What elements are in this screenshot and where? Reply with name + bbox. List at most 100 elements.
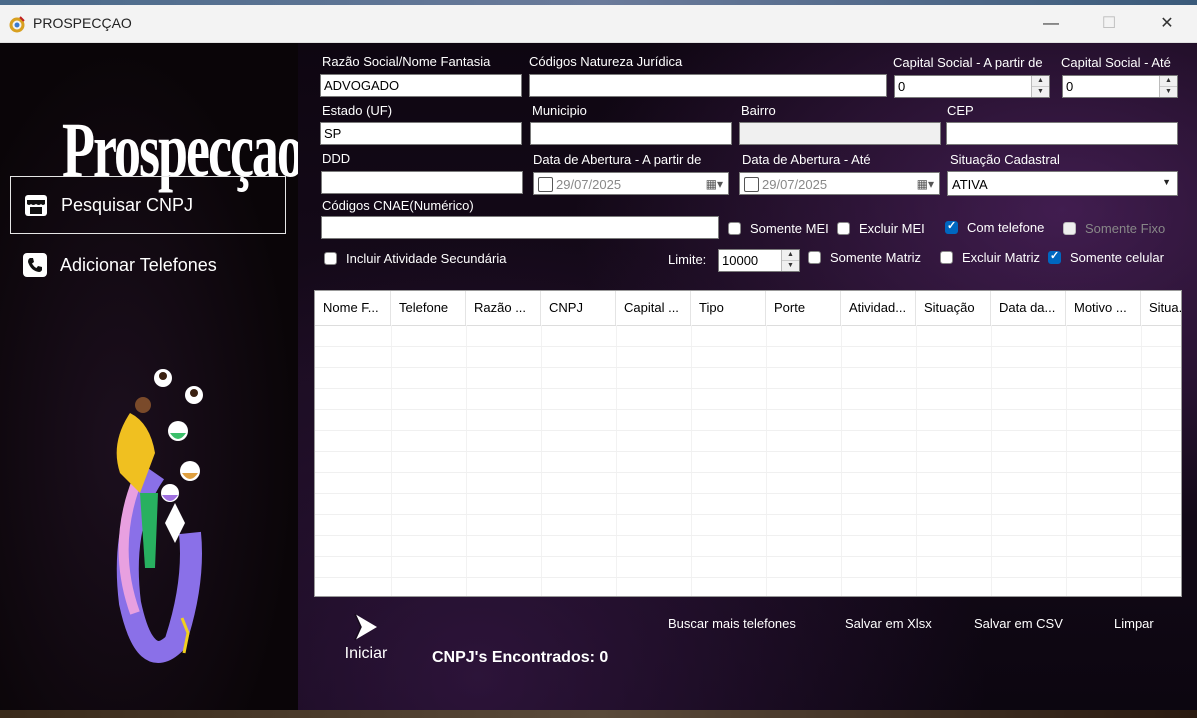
nav-pesquisar-cnpj[interactable]: Pesquisar CNPJ xyxy=(10,176,286,234)
cnpj-found-count: CNPJ's Encontrados: 0 xyxy=(432,649,609,666)
column-header[interactable]: Situação xyxy=(916,291,991,325)
capital-de-value: 0 xyxy=(898,79,906,94)
salvar-csv-button[interactable]: Salvar em CSV xyxy=(974,616,1063,631)
checkbox-box[interactable] xyxy=(808,251,821,264)
sidebar: Prospecçao Pesquisar CNPJ Adicionar Tele… xyxy=(0,43,304,718)
checkbox-box[interactable] xyxy=(324,252,337,265)
ddd-label: DDD xyxy=(322,151,351,166)
capital-ate-arrows[interactable]: ▲ ▼ xyxy=(1159,76,1177,97)
checkbox-label: Somente celular xyxy=(1070,250,1164,265)
checkbox-box[interactable] xyxy=(1048,249,1061,264)
capital-ate-stepper[interactable]: 0 ▲ ▼ xyxy=(1062,75,1178,98)
close-button[interactable]: ✕ xyxy=(1147,13,1187,35)
checkbox-box[interactable] xyxy=(728,222,741,235)
column-header[interactable]: Razão ... xyxy=(466,291,541,325)
salvar-xlsx-button[interactable]: Salvar em Xlsx xyxy=(845,616,932,631)
minimize-button[interactable]: — xyxy=(1031,13,1071,35)
capital-de-arrows[interactable]: ▲ ▼ xyxy=(1031,76,1049,97)
bairro-input[interactable] xyxy=(739,122,941,145)
limite-arrows[interactable]: ▲ ▼ xyxy=(781,250,799,271)
nav-label: Adicionar Telefones xyxy=(60,255,217,275)
nav-adicionar-telefones[interactable]: Adicionar Telefones xyxy=(10,237,286,295)
checkbox-box[interactable] xyxy=(940,251,953,264)
grid-header: Nome F... Telefone Razão ... CNPJ Capita… xyxy=(315,291,1181,326)
checkbox-label: Somente Matriz xyxy=(830,250,922,265)
abertura-ate-label: Data de Abertura - Até xyxy=(742,152,871,167)
checkbox-label: Incluir Atividade Secundária xyxy=(346,251,507,266)
cep-label: CEP xyxy=(947,103,974,118)
maximize-button[interactable]: ☐ xyxy=(1089,13,1129,35)
grid-divider xyxy=(315,472,1181,473)
abertura-ate-picker[interactable]: 29/07/2025 ▦▾ xyxy=(739,172,940,195)
estado-input[interactable]: SP xyxy=(320,122,522,145)
cnae-input[interactable] xyxy=(321,216,719,239)
bairro-label: Bairro xyxy=(741,103,776,118)
capital-ate-label: Capital Social - Até xyxy=(1061,55,1171,70)
grid-divider xyxy=(315,430,1181,431)
column-header[interactable]: Nome F... xyxy=(315,291,391,325)
razao-label: Razão Social/Nome Fantasia xyxy=(322,54,491,69)
checkbox-box[interactable] xyxy=(945,219,958,234)
grid-divider xyxy=(315,577,1181,578)
checkbox-label: Excluir MEI xyxy=(859,221,925,236)
abertura-de-picker[interactable]: 29/07/2025 ▦▾ xyxy=(533,172,729,195)
capital-de-label: Capital Social - A partir de xyxy=(893,55,1043,70)
abertura-ate-value: 29/07/2025 xyxy=(762,177,828,192)
column-header[interactable]: Porte xyxy=(766,291,841,325)
checkbox-box[interactable] xyxy=(1063,222,1076,235)
capital-de-stepper[interactable]: 0 ▲ ▼ xyxy=(894,75,1050,98)
grid-divider xyxy=(315,409,1181,410)
abertura-de-value: 29/07/2025 xyxy=(556,177,622,192)
title-bar: PROSPECÇAO — ☐ ✕ xyxy=(0,5,1197,43)
buscar-mais-telefones-button[interactable]: Buscar mais telefones xyxy=(668,616,796,631)
checkbox-label: Somente Fixo xyxy=(1085,221,1166,236)
column-header[interactable]: Atividad... xyxy=(841,291,916,325)
column-header[interactable]: Motivo ... xyxy=(1066,291,1141,325)
limite-label: Limite: xyxy=(668,252,707,267)
people-illustration xyxy=(116,369,203,663)
checkbox-box[interactable] xyxy=(837,222,850,235)
cep-input[interactable] xyxy=(946,122,1178,145)
limpar-button[interactable]: Limpar xyxy=(1114,616,1154,631)
checkbox-label: Somente MEI xyxy=(750,221,829,236)
grid-divider xyxy=(315,493,1181,494)
calendar-dropdown-icon[interactable]: ▦▾ xyxy=(706,177,723,191)
ddd-input[interactable] xyxy=(321,171,523,194)
situacao-select[interactable]: ATIVA ▼ xyxy=(947,171,1178,196)
situacao-value: ATIVA xyxy=(952,177,988,192)
natureza-label: Códigos Natureza Jurídica xyxy=(529,54,683,69)
column-header[interactable]: Situa... xyxy=(1141,291,1181,325)
app-logo-icon xyxy=(9,16,25,33)
municipio-label: Municipio xyxy=(532,103,587,118)
checkbox-label: Excluir Matriz xyxy=(962,250,1041,265)
desktop-edge xyxy=(0,710,1197,718)
municipio-input[interactable] xyxy=(530,122,732,145)
razao-input[interactable]: ADVOGADO xyxy=(320,74,522,97)
column-header[interactable]: Tipo xyxy=(691,291,766,325)
limite-value: 10000 xyxy=(722,253,759,268)
checkbox-label: Com telefone xyxy=(967,220,1045,235)
results-grid[interactable]: Nome F... Telefone Razão ... CNPJ Capita… xyxy=(314,290,1182,597)
column-header[interactable]: Capital ... xyxy=(616,291,691,325)
abertura-de-checkbox[interactable] xyxy=(538,177,553,192)
abertura-ate-checkbox[interactable] xyxy=(744,177,759,192)
natureza-input[interactable] xyxy=(529,74,887,97)
grid-divider xyxy=(315,451,1181,452)
iniciar-button[interactable]: Iniciar xyxy=(336,612,396,667)
calendar-dropdown-icon[interactable]: ▦▾ xyxy=(917,177,934,191)
chevron-down-icon: ▼ xyxy=(1162,177,1171,187)
capital-ate-value: 0 xyxy=(1066,79,1074,94)
nav-label: Pesquisar CNPJ xyxy=(61,195,194,215)
window-title: PROSPECÇAO xyxy=(33,15,132,31)
column-header[interactable]: Telefone xyxy=(391,291,466,325)
column-header[interactable]: CNPJ xyxy=(541,291,616,325)
column-header[interactable]: Data da... xyxy=(991,291,1066,325)
app-window: PROSPECÇAO — ☐ ✕ Prospecçao Pesquisar CN… xyxy=(0,0,1197,718)
estado-label: Estado (UF) xyxy=(322,103,393,118)
play-icon xyxy=(354,613,377,641)
situacao-label: Situação Cadastral xyxy=(950,152,1060,167)
grid-divider xyxy=(315,367,1181,368)
grid-divider xyxy=(315,388,1181,389)
iniciar-label: Iniciar xyxy=(344,645,388,662)
limite-stepper[interactable]: 10000 ▲ ▼ xyxy=(718,249,800,272)
